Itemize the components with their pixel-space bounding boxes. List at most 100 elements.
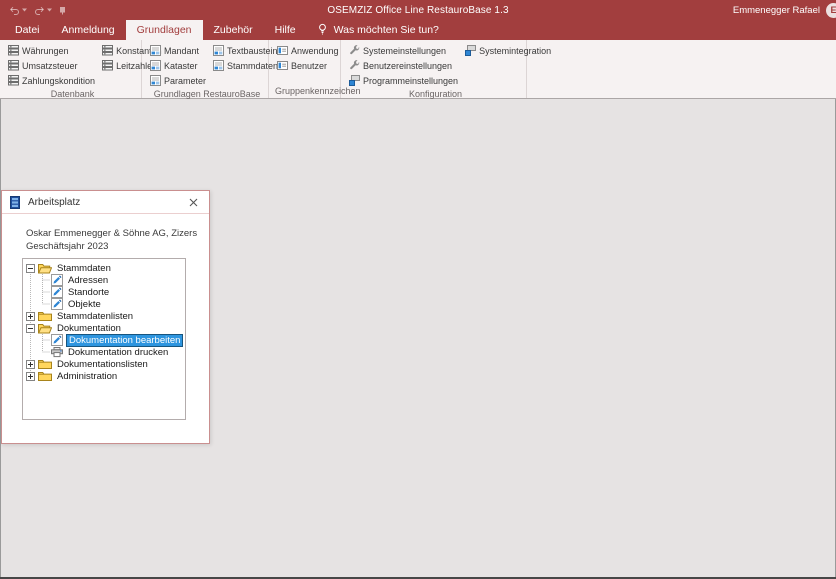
edit-icon xyxy=(51,334,63,346)
wrench-icon xyxy=(349,45,360,56)
ribbon-item-zahlungskondition[interactable]: Zahlungskondition xyxy=(6,73,97,88)
tree-item-administration[interactable]: Administration xyxy=(23,370,185,382)
tree-item-label: Dokumentation bearbeiten xyxy=(66,334,183,347)
tree-item-dokumentation-drucken[interactable]: Dokumentation drucken xyxy=(23,346,185,358)
tree-item-stammdatenlisten[interactable]: Stammdatenlisten xyxy=(23,310,185,322)
badge-icon xyxy=(277,45,288,56)
tellme-box[interactable]: Was möchten Sie tun? xyxy=(317,20,439,40)
ribbon-item-anwendung[interactable]: Anwendung xyxy=(275,43,341,58)
tab-anmeldung[interactable]: Anmeldung xyxy=(51,20,126,40)
ribbon-group-konfiguration: Systemeinstellungen Benutzereinstellungen… xyxy=(341,40,527,98)
folder-open-icon xyxy=(38,263,52,274)
customize-icon[interactable] xyxy=(59,6,66,15)
expand-icon[interactable] xyxy=(26,372,35,381)
edit-icon xyxy=(51,286,63,298)
database-icon xyxy=(102,60,113,71)
collapse-icon[interactable] xyxy=(26,324,35,333)
lightbulb-icon xyxy=(317,23,328,38)
user-avatar[interactable]: E xyxy=(826,3,836,18)
ribbon-item-kataster[interactable]: Kataster xyxy=(148,58,208,73)
tree-item-label: Dokumentationslisten xyxy=(55,359,150,370)
tree-connector xyxy=(38,334,51,346)
tree-item-stammdaten[interactable]: Stammdaten xyxy=(23,262,185,274)
ribbon-item-benutzer[interactable]: Benutzer xyxy=(275,58,341,73)
ribbon-item-systemeinstellungen[interactable]: Systemeinstellungen xyxy=(347,43,460,58)
ribbon-item-label: Währungen xyxy=(22,46,69,56)
ribbon-item-parameter[interactable]: Parameter xyxy=(148,73,208,88)
collapse-icon[interactable] xyxy=(26,264,35,273)
tree-connector xyxy=(38,274,51,286)
ribbon-item-label: Anwendung xyxy=(291,46,339,56)
ribbon-item-label: Systemeinstellungen xyxy=(363,46,446,56)
expand-icon[interactable] xyxy=(26,360,35,369)
dialog-titlebar: Arbeitsplatz xyxy=(2,191,209,214)
ribbon: WährungenUmsatzsteuerZahlungskonditionKo… xyxy=(0,40,836,99)
ribbon-item-label: Benutzer xyxy=(291,61,327,71)
tree-item-label: Stammdaten xyxy=(55,263,113,274)
dialog-title: Arbeitsplatz xyxy=(28,197,185,208)
tree-item-dokumentation-bearbeiten[interactable]: Dokumentation bearbeiten xyxy=(23,334,185,346)
ribbon-group-label: Gruppenkennzeichen xyxy=(275,85,338,98)
form-icon xyxy=(150,75,161,86)
database-icon xyxy=(102,45,113,56)
ribbon-item-umsatzsteuer[interactable]: Umsatzsteuer xyxy=(6,58,97,73)
ribbon-item-programmeinstellungen[interactable]: Programmeinstellungen xyxy=(347,73,460,88)
user-area[interactable]: Emmenegger Rafael E xyxy=(733,3,836,18)
arbeitsplatz-dialog: Arbeitsplatz Oskar Emmenegger & Söhne AG… xyxy=(1,190,210,444)
edit-icon xyxy=(51,298,63,310)
tellme-label: Was möchten Sie tun? xyxy=(334,24,439,36)
quick-access-toolbar xyxy=(9,6,66,15)
form-icon xyxy=(213,60,224,71)
folder-closed-icon xyxy=(38,359,52,370)
integration-icon xyxy=(465,45,476,56)
integration-icon xyxy=(349,75,360,86)
ribbon-item-mandant[interactable]: Mandant xyxy=(148,43,208,58)
ribbon-item-label: Parameter xyxy=(164,76,206,86)
ribbon-group-gruppenkennzeichen: Anwendung Benutzer Gruppenkennzeichen xyxy=(269,40,341,98)
company-name: Oskar Emmenegger & Söhne AG, Zizers xyxy=(26,227,209,240)
tree-connector xyxy=(38,298,51,310)
ribbon-item-systemintegration[interactable]: Systemintegration xyxy=(463,43,553,58)
app-icon xyxy=(10,196,20,209)
application-window: OSEMZIZ Office Line RestauroBase 1.3 Emm… xyxy=(0,0,836,579)
undo-icon[interactable] xyxy=(9,6,27,15)
ribbon-group-datenbank: WährungenUmsatzsteuerZahlungskonditionKo… xyxy=(0,40,142,98)
window-title: OSEMZIZ Office Line RestauroBase 1.3 xyxy=(0,5,836,16)
ribbon-item-benutzereinstellungen[interactable]: Benutzereinstellungen xyxy=(347,58,460,73)
form-icon xyxy=(150,45,161,56)
tree-connector xyxy=(38,286,51,298)
tree-item-adressen[interactable]: Adressen xyxy=(23,274,185,286)
database-icon xyxy=(8,60,19,71)
tree-item-label: Dokumentation drucken xyxy=(66,347,170,358)
tree-connector xyxy=(38,346,51,358)
tree-item-label: Objekte xyxy=(66,299,103,310)
tab-zubehör[interactable]: Zubehör xyxy=(203,20,264,40)
ribbon-item-label: Zahlungskondition xyxy=(22,76,95,86)
tab-grundlagen[interactable]: Grundlagen xyxy=(126,20,203,40)
tab-datei[interactable]: Datei xyxy=(4,20,51,40)
ribbon-item-währungen[interactable]: Währungen xyxy=(6,43,97,58)
tree-item-dokumentationslisten[interactable]: Dokumentationslisten xyxy=(23,358,185,370)
database-icon xyxy=(8,75,19,86)
tree-item-label: Standorte xyxy=(66,287,111,298)
close-icon[interactable] xyxy=(185,194,201,210)
form-icon xyxy=(150,60,161,71)
ribbon-group-grundlagen-restaurobase: MandantKatasterParameterTextbausteineSta… xyxy=(142,40,269,98)
tree-item-objekte[interactable]: Objekte xyxy=(23,298,185,310)
tree-item-standorte[interactable]: Standorte xyxy=(23,286,185,298)
user-name: Emmenegger Rafael xyxy=(733,5,820,16)
ribbon-item-label: Mandant xyxy=(164,46,199,56)
folder-closed-icon xyxy=(38,311,52,322)
ribbon-item-label: Systemintegration xyxy=(479,46,551,56)
tab-hilfe[interactable]: Hilfe xyxy=(264,20,307,40)
redo-icon[interactable] xyxy=(34,6,52,15)
company-info: Oskar Emmenegger & Söhne AG, Zizers Gesc… xyxy=(26,227,209,253)
ribbon-item-label: Kataster xyxy=(164,61,198,71)
navigation-tree: StammdatenAdressenStandorteObjekteStammd… xyxy=(22,258,186,420)
tree-item-dokumentation[interactable]: Dokumentation xyxy=(23,322,185,334)
expand-icon[interactable] xyxy=(26,312,35,321)
tree-item-label: Adressen xyxy=(66,275,110,286)
database-icon xyxy=(8,45,19,56)
badge-icon xyxy=(277,60,288,71)
edit-icon xyxy=(51,274,63,286)
